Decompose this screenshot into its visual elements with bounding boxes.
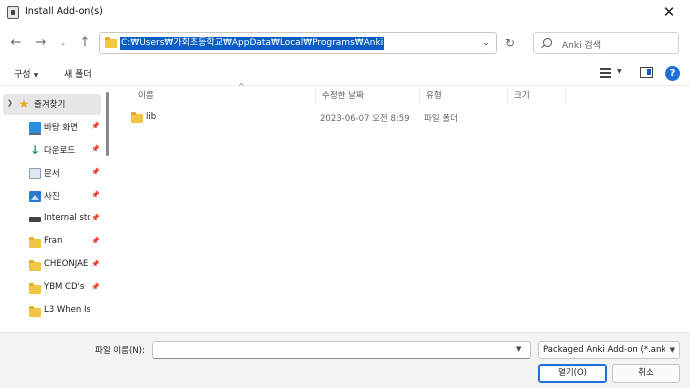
sidebar-item-l3-when-is-the[interactable]: L3 When Is The (3, 301, 101, 322)
star-icon: ★ (18, 97, 30, 111)
file-list: 이름 ^ 수정한 날짜 유형 크기 lib 2023-06-07 오전 8:59… (114, 82, 690, 332)
column-header-name[interactable]: 이름 ^ (132, 82, 316, 104)
caret-down-icon: ▼ (33, 72, 39, 79)
navigation-pane-scrollbar[interactable] (106, 92, 109, 156)
drive-icon (29, 217, 41, 222)
expand-chevron-icon[interactable]: ❯ (7, 99, 13, 107)
folder-icon (131, 112, 143, 123)
recent-locations-chevron-icon[interactable]: ⌄ (53, 33, 73, 53)
sidebar-item-pictures[interactable]: 사진 📌 (3, 186, 101, 207)
filename-input[interactable] (152, 341, 531, 359)
folder-icon (29, 306, 41, 317)
file-type-value: Packaged Anki Add-on (*.ankiaddon) (543, 345, 665, 355)
dialog-footer: 파일 이름(N): ▼ Packaged Anki Add-on (*.anki… (0, 332, 690, 388)
search-icon (543, 38, 552, 47)
caret-down-icon[interactable]: ▼ (617, 68, 622, 75)
sidebar-item-cheonjae[interactable]: CHEONJAE 📌 (3, 255, 101, 276)
sidebar-item-internal-storage[interactable]: Internal stor 📌 (3, 209, 101, 230)
sidebar-item-favorites[interactable]: ❯ ★ 즐겨찾기 (3, 94, 101, 115)
sidebar-item-desktop[interactable]: 바탕 화면 📌 (3, 117, 101, 138)
sidebar-item-label: 다운로드 (44, 146, 76, 156)
column-header-size[interactable]: 크기 (508, 88, 566, 104)
folder-icon (29, 260, 41, 271)
preview-pane-icon[interactable] (640, 67, 653, 78)
sidebar-item-fran[interactable]: Fran 📌 (3, 232, 101, 253)
sidebar-item-downloads[interactable]: ↓ 다운로드 📌 (3, 140, 101, 161)
pin-icon: 📌 (91, 191, 100, 199)
open-button[interactable]: 열기(O) (538, 364, 607, 383)
table-row[interactable]: lib 2023-06-07 오전 8:59 파일 폴더 (114, 108, 690, 128)
command-bar: 구성 ▼ 새 폴더 ▼ ? (0, 61, 690, 86)
folder-icon (29, 283, 41, 294)
refresh-icon[interactable]: ↻ (500, 33, 520, 53)
sidebar-item-label: 문서 (44, 169, 60, 179)
help-icon[interactable]: ? (665, 66, 680, 81)
sidebar-item-label: Fran (44, 236, 63, 246)
title-bar: Install Add-on(s) ✕ (0, 0, 690, 26)
up-arrow-icon[interactable]: ↑ (75, 33, 95, 53)
pin-icon: 📌 (91, 145, 100, 153)
navigation-pane: ❯ ★ 즐겨찾기 바탕 화면 📌 ↓ 다운로드 📌 문서 📌 사진 📌 Inte… (0, 88, 112, 332)
sidebar-item-label: 즐겨찾기 (34, 100, 66, 110)
file-modified: 2023-06-07 오전 8:59 (320, 114, 410, 124)
sidebar-item-documents[interactable]: 문서 📌 (3, 163, 101, 184)
pin-icon: 📌 (91, 168, 100, 176)
column-header-modified[interactable]: 수정한 날짜 (316, 88, 420, 104)
search-input[interactable]: Anki 검색 (562, 38, 601, 51)
pin-icon: 📌 (91, 122, 100, 130)
anki-app-icon (7, 6, 19, 19)
chevron-down-icon: ▼ (669, 346, 675, 354)
file-type-select[interactable]: Packaged Anki Add-on (*.ankiaddon) ▼ (538, 341, 680, 359)
pin-icon: 📌 (91, 237, 100, 245)
folder-icon (105, 37, 117, 48)
file-name: lib (146, 112, 157, 122)
chevron-down-icon[interactable]: ▼ (516, 345, 521, 353)
search-box[interactable]: Anki 검색 (533, 32, 679, 54)
address-bar[interactable]: C:₩Users₩가회초등학교₩AppData₩Local₩Programs₩A… (99, 32, 497, 54)
file-type: 파일 폴더 (424, 114, 458, 124)
download-icon: ↓ (29, 143, 41, 157)
folder-icon (29, 237, 41, 248)
pin-icon: 📌 (91, 214, 100, 222)
forward-arrow-icon[interactable]: → (31, 33, 51, 53)
sort-ascending-icon: ^ (238, 82, 245, 91)
pin-icon: 📌 (91, 260, 100, 268)
sidebar-item-label: YBM CD's (44, 282, 85, 292)
desktop-icon (29, 122, 41, 135)
pin-icon: 📌 (91, 283, 100, 291)
close-button[interactable]: ✕ (648, 0, 690, 24)
sidebar-item-label: Internal stor (44, 213, 90, 223)
back-arrow-icon[interactable]: ← (6, 33, 26, 53)
navigation-bar: ← → ⌄ ↑ C:₩Users₩가회초등학교₩AppData₩Local₩Pr… (0, 28, 690, 58)
documents-icon (29, 168, 41, 179)
address-path[interactable]: C:₩Users₩가회초등학교₩AppData₩Local₩Programs₩A… (120, 37, 385, 50)
sidebar-item-ybm-cds[interactable]: YBM CD's 📌 (3, 278, 101, 299)
cancel-button[interactable]: 취소 (612, 364, 680, 383)
view-options-icon[interactable] (600, 68, 611, 78)
filename-label: 파일 이름(N): (95, 346, 145, 356)
sidebar-item-label: CHEONJAE (44, 259, 89, 269)
new-folder-button[interactable]: 새 폴더 (64, 67, 92, 80)
window-title: Install Add-on(s) (25, 6, 103, 17)
sidebar-item-label: 사진 (44, 192, 60, 202)
organize-label: 구성 (14, 70, 31, 80)
column-header-type[interactable]: 유형 (420, 88, 508, 104)
sidebar-item-label: 바탕 화면 (44, 123, 78, 133)
pictures-icon (29, 191, 41, 202)
chevron-down-icon[interactable]: ⌄ (480, 37, 492, 49)
sidebar-item-label: L3 When Is The (44, 305, 90, 315)
organize-button[interactable]: 구성 ▼ (14, 67, 38, 80)
